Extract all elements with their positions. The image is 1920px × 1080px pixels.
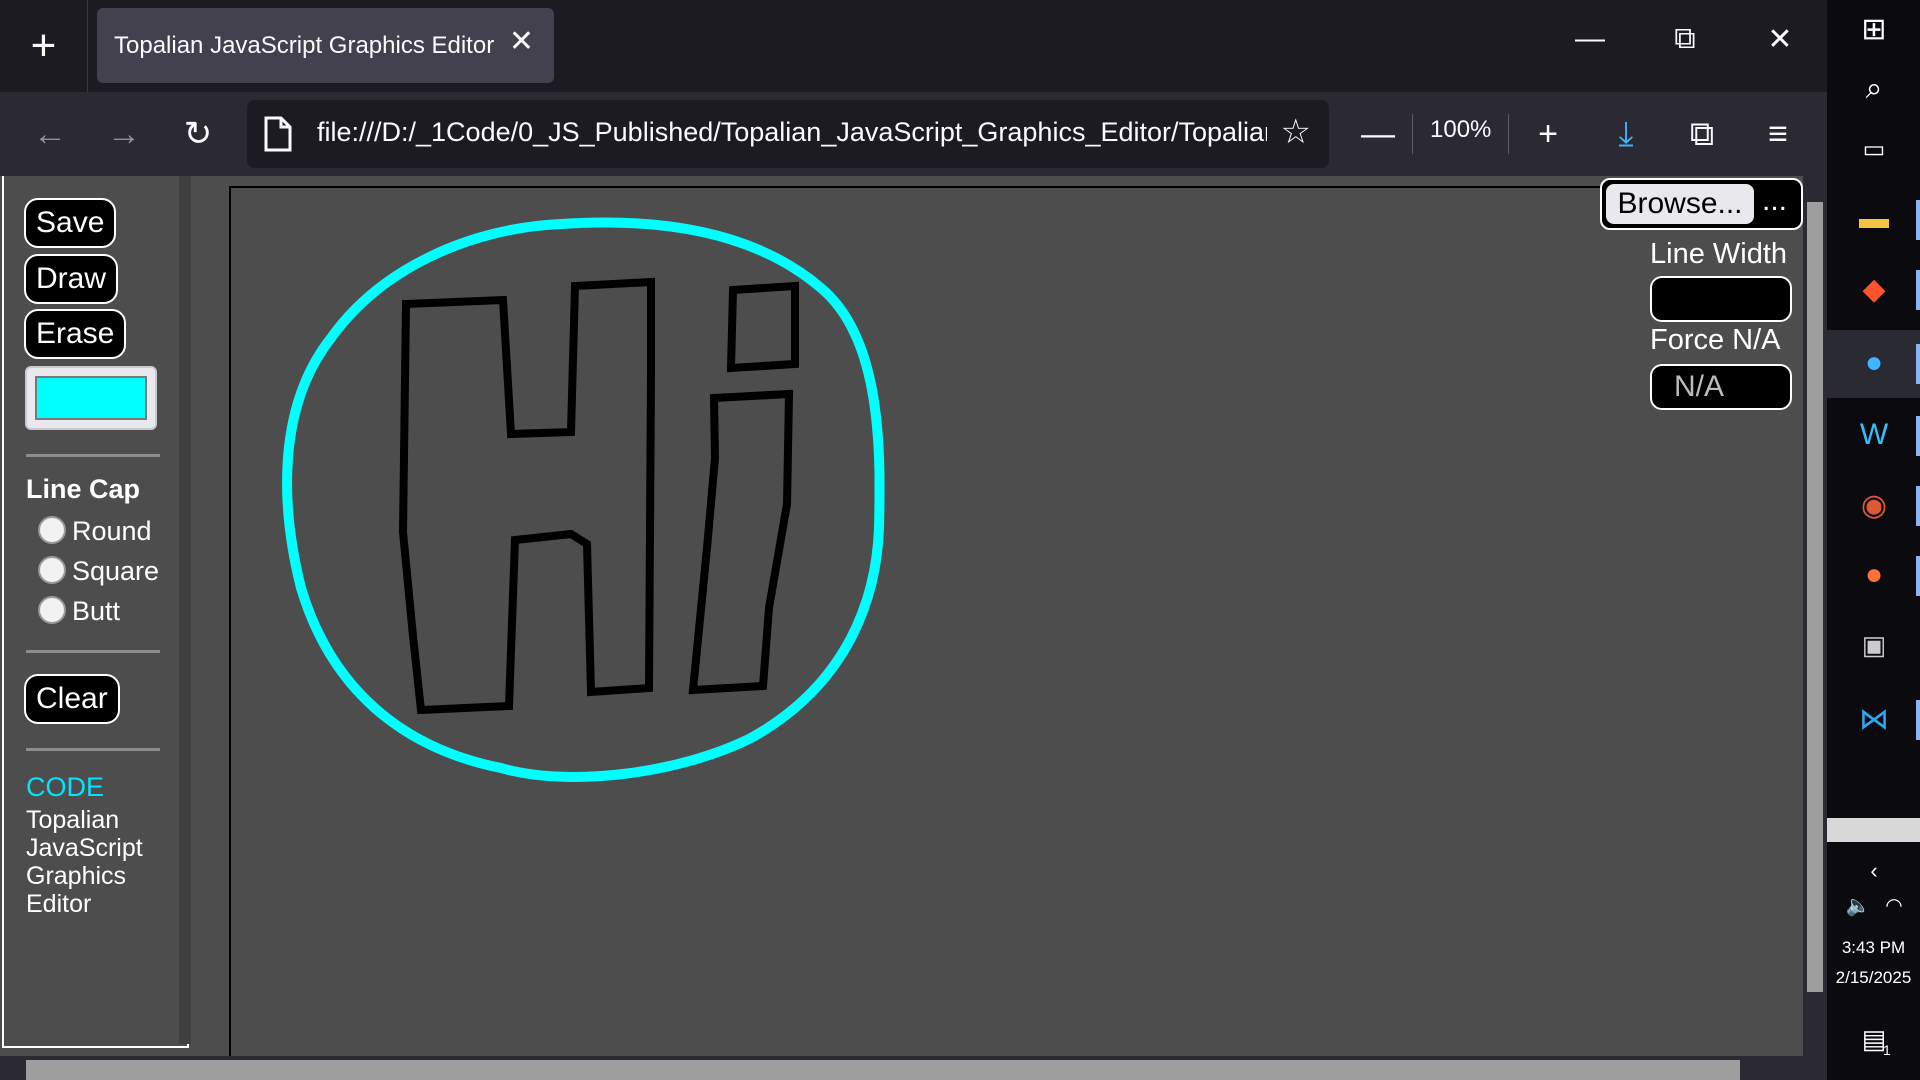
vertical-scroll-thumb[interactable] <box>1807 202 1823 992</box>
drawing-canvas[interactable] <box>229 186 1809 1066</box>
line-cap-round-radio[interactable] <box>38 516 66 544</box>
running-indicator <box>1916 556 1920 596</box>
url-text[interactable]: file:///D:/_1Code/0_JS_Published/Topalia… <box>317 117 1267 148</box>
back-icon[interactable]: ← <box>24 108 76 160</box>
vertical-scrollbar[interactable] <box>1803 176 1827 1056</box>
line-cap-square-radio[interactable] <box>38 556 66 584</box>
sidebar-scrollbar[interactable] <box>179 176 191 1044</box>
divider <box>26 748 160 751</box>
zoom-out-icon[interactable]: — <box>1352 108 1404 160</box>
page-content: Save Draw Erase Line Cap Round Square Bu… <box>0 176 1827 1066</box>
file-browse-control[interactable]: Browse... ... <box>1600 178 1803 230</box>
app-title-line: Graphics <box>26 862 127 890</box>
divider <box>26 650 160 653</box>
terminal-icon[interactable]: ▣ <box>1851 622 1897 668</box>
network-icon[interactable]: ◠ <box>1871 882 1917 928</box>
running-indicator <box>1916 344 1920 384</box>
color-picker[interactable] <box>25 366 157 430</box>
horizontal-scrollbar[interactable] <box>0 1056 1827 1080</box>
navigation-toolbar: ← → ↻ file:///D:/_1Code/0_JS_Published/T… <box>0 92 1827 176</box>
save-button[interactable]: Save <box>24 198 117 248</box>
close-window-button[interactable]: ✕ <box>1750 22 1810 57</box>
letter-h-stroke <box>398 277 655 715</box>
app-title-line: Editor <box>26 890 92 918</box>
vscode-icon[interactable]: ⋈ <box>1851 696 1897 742</box>
app-title-line: Topalian <box>26 806 120 834</box>
line-cap-butt-label: Butt <box>72 596 121 626</box>
extensions-icon[interactable]: ⧉ <box>1676 108 1728 160</box>
code-link[interactable]: CODE <box>26 772 104 803</box>
windows-taskbar: ⊞ ⌕ ▭ ▬ ◆ ● W ◉ ● ▣ ⋈ ‹ 🔈 ◠ 3:43 PM 2/15… <box>1827 0 1920 1080</box>
running-indicator <box>1916 416 1920 456</box>
notification-count: 1 <box>1883 1042 1891 1058</box>
line-cap-square-label: Square <box>72 556 160 586</box>
app-title: Topalian JavaScript Graphics Editor <box>26 806 176 918</box>
new-tab-button[interactable]: + <box>0 0 88 92</box>
firefox-dev-icon[interactable]: ● <box>1851 340 1897 386</box>
brave-browser-icon[interactable]: ◆ <box>1851 266 1897 312</box>
line-cap-title: Line Cap <box>26 474 141 504</box>
search-icon[interactable]: ⌕ <box>1851 66 1897 112</box>
divider <box>26 454 160 457</box>
zoom-in-icon[interactable]: + <box>1522 108 1574 160</box>
tool-sidebar: Save Draw Erase Line Cap Round Square Bu… <box>2 176 191 1048</box>
running-indicator <box>1916 700 1920 740</box>
restore-button[interactable]: ⧉ <box>1655 22 1715 56</box>
bookmark-star-icon[interactable]: ☆ <box>1281 112 1311 152</box>
wakatime-icon[interactable]: W <box>1851 412 1897 458</box>
taskbar-scroller[interactable] <box>1827 818 1920 842</box>
menu-icon[interactable]: ≡ <box>1752 108 1804 160</box>
letter-i-stroke <box>726 281 799 373</box>
force-label: Force N/A <box>1650 324 1781 356</box>
clock-date[interactable]: 2/15/2025 <box>1827 968 1920 988</box>
clock-time[interactable]: 3:43 PM <box>1827 938 1920 958</box>
address-bar[interactable]: file:///D:/_1Code/0_JS_Published/Topalia… <box>247 100 1329 168</box>
color-swatch <box>35 376 147 420</box>
minimize-button[interactable]: — <box>1560 22 1620 56</box>
erase-button[interactable]: Erase <box>24 309 127 359</box>
reload-icon[interactable]: ↻ <box>172 108 224 160</box>
file-name-ellipsis: ... <box>1762 184 1788 217</box>
firefox-icon[interactable]: ● <box>1851 552 1897 598</box>
app-title-line: JavaScript <box>26 834 143 862</box>
forward-icon[interactable]: → <box>98 108 150 160</box>
running-indicator <box>1916 486 1920 526</box>
file-explorer-icon[interactable]: ▬ <box>1851 196 1897 242</box>
draw-button[interactable]: Draw <box>24 254 119 304</box>
canvas-drawing <box>282 217 885 782</box>
clear-button[interactable]: Clear <box>24 674 120 724</box>
force-input[interactable]: N/A <box>1650 364 1792 410</box>
download-icon[interactable]: ⤓ <box>1600 108 1652 160</box>
running-indicator <box>1916 270 1920 310</box>
letter-i-stroke <box>688 389 794 695</box>
tab-strip: + Topalian JavaScript Graphics Editor ✕ … <box>0 0 1827 92</box>
active-tab[interactable]: Topalian JavaScript Graphics Editor ✕ <box>97 8 554 83</box>
line-cap-butt-radio[interactable] <box>38 596 66 624</box>
page-icon <box>264 116 292 152</box>
line-cap-round-label: Round <box>72 516 152 546</box>
line-width-label: Line Width <box>1650 238 1788 270</box>
browser-window: + Topalian JavaScript Graphics Editor ✕ … <box>0 0 1827 1080</box>
windows-start-icon[interactable]: ⊞ <box>1851 6 1897 52</box>
horizontal-scroll-thumb[interactable] <box>26 1060 1740 1080</box>
tab-title: Topalian JavaScript Graphics Editor <box>114 31 495 59</box>
duckduckgo-icon[interactable]: ◉ <box>1851 482 1897 528</box>
browse-button[interactable]: Browse... <box>1606 184 1754 224</box>
line-width-input[interactable] <box>1650 276 1792 322</box>
running-indicator <box>1916 200 1920 240</box>
zoom-level[interactable]: 100% <box>1430 116 1491 144</box>
close-tab-icon[interactable]: ✕ <box>509 24 534 59</box>
task-view-icon[interactable]: ▭ <box>1851 126 1897 172</box>
